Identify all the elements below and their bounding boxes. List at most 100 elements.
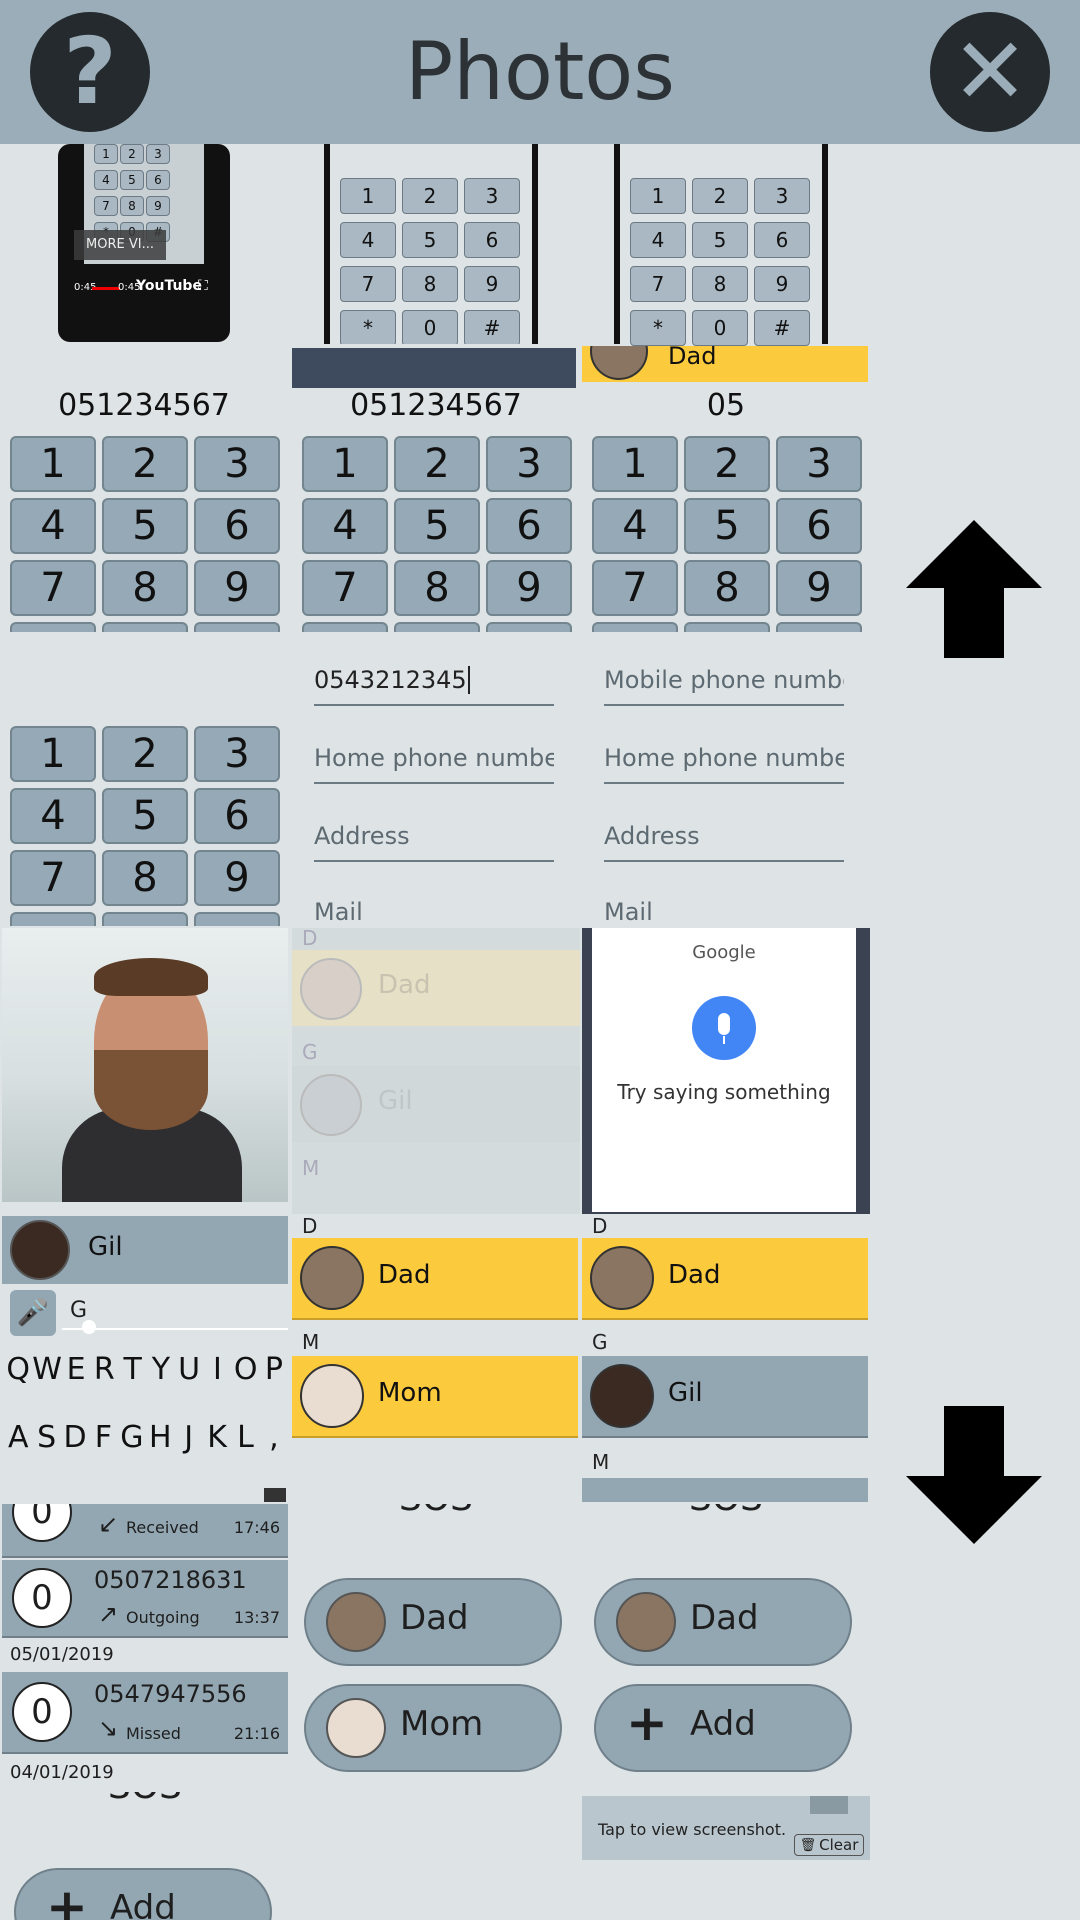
key-1[interactable]: 1	[592, 436, 678, 492]
contact-row-gil[interactable]: Gil	[2, 1216, 288, 1284]
keyboard-key-R[interactable]: R	[90, 1352, 118, 1387]
key-partial[interactable]	[102, 622, 188, 632]
key-1[interactable]: 1	[10, 726, 96, 782]
keyboard-key-K[interactable]: K	[203, 1420, 231, 1455]
key-6[interactable]: 6	[754, 222, 810, 258]
key-partial[interactable]	[10, 622, 96, 632]
voice-search-button[interactable]: 🎤	[10, 1290, 56, 1336]
thumbnail-dialer-3[interactable]: Dad 05 123 456 789	[582, 346, 870, 632]
close-button[interactable]: ✕	[930, 12, 1050, 132]
thumbnail-dialer-1[interactable]: 051234567 123 456 789	[0, 346, 288, 632]
key-5[interactable]: 5	[692, 222, 748, 258]
sos-contact-dad[interactable]: Dad	[304, 1578, 562, 1666]
keyboard-key-U[interactable]: U	[175, 1352, 203, 1387]
keyboard-key-O[interactable]: O	[232, 1352, 260, 1387]
key-8[interactable]: 8	[102, 850, 188, 906]
key-2[interactable]: 2	[102, 726, 188, 782]
key-7[interactable]: 7	[302, 560, 388, 616]
key-*[interactable]: *	[630, 310, 686, 346]
key-4[interactable]: 4	[302, 498, 388, 554]
key-partial[interactable]	[776, 622, 862, 632]
thumbnail-sos-2[interactable]: SOS Dad + Add	[582, 1504, 870, 1790]
key-partial[interactable]	[194, 622, 280, 632]
backspace-icon[interactable]	[264, 1488, 286, 1502]
contact-row-gil[interactable]: Gil	[292, 1066, 580, 1142]
key-#[interactable]: #	[464, 310, 520, 344]
thumbnail-keypad-2[interactable]: 1 2 3 4 5 6 7 8 9 * 0 #	[292, 144, 580, 344]
key-9[interactable]: 9	[194, 850, 280, 906]
clear-button[interactable]: 🗑 Clear	[794, 1834, 864, 1856]
key-9[interactable]: 9	[776, 560, 862, 616]
thumbnail-screenshot-notification[interactable]: Tap to view screenshot. 🗑 Clear	[582, 1796, 870, 1860]
thumbnail-sos-1[interactable]: SOS Dad Mom	[292, 1504, 580, 1790]
key-4[interactable]: 4	[10, 788, 96, 844]
key-0[interactable]: 0	[402, 310, 458, 344]
key-9[interactable]: 9	[146, 196, 170, 216]
contact-row-gil[interactable]: Gil	[582, 1356, 868, 1438]
arrow-down-icon[interactable]	[906, 1406, 1042, 1544]
thumbnail-contact-list-3[interactable]: D Dad G Gil M	[582, 1216, 870, 1502]
key-3[interactable]: 3	[776, 436, 862, 492]
thumbnail-contact-list-faded[interactable]: D Dad G Gil M	[292, 928, 580, 1214]
contact-row-dad[interactable]: Dad	[582, 1238, 868, 1320]
key-#[interactable]: #	[754, 310, 810, 346]
keyboard-key-E[interactable]: E	[62, 1352, 90, 1387]
keyboard-key-P[interactable]: P	[260, 1352, 288, 1387]
key-8[interactable]: 8	[402, 266, 458, 302]
key-5[interactable]: 5	[394, 498, 480, 554]
key-7[interactable]: 7	[10, 560, 96, 616]
key-6[interactable]: 6	[194, 498, 280, 554]
thumbnail-portrait-photo[interactable]	[2, 928, 288, 1202]
keyboard-key-,[interactable]: ,	[260, 1420, 288, 1455]
key-1[interactable]: 1	[10, 436, 96, 492]
home-phone-field[interactable]: Home phone number	[604, 744, 844, 784]
call-log-row[interactable]: 0 0507218631 ↗ Outgoing 13:37	[2, 1560, 288, 1638]
key-4[interactable]: 4	[340, 222, 396, 258]
key-8[interactable]: 8	[692, 266, 748, 302]
thumbnail-dialer-4[interactable]: 123 456 789	[0, 634, 288, 926]
key-1[interactable]: 1	[630, 178, 686, 214]
key-7[interactable]: 7	[94, 196, 118, 216]
thumbnail-sos-3[interactable]: SOS + Add	[2, 1792, 288, 1920]
key-9[interactable]: 9	[464, 266, 520, 302]
key-9[interactable]: 9	[486, 560, 572, 616]
key-partial[interactable]	[592, 622, 678, 632]
thumbnail-search-keyboard[interactable]: Gil 🎤 G QWERTYUIOP ASDFGHJKL,	[2, 1216, 288, 1502]
key-partial[interactable]	[194, 912, 280, 926]
thumbnail-dialer-2[interactable]: 051234567 123 456 789	[292, 346, 580, 632]
key-6[interactable]: 6	[194, 788, 280, 844]
contact-row-dad[interactable]: Dad	[292, 950, 580, 1026]
keyboard-key-T[interactable]: T	[118, 1352, 146, 1387]
key-partial[interactable]	[684, 622, 770, 632]
keyboard-key-H[interactable]: H	[146, 1420, 174, 1455]
key-6[interactable]: 6	[776, 498, 862, 554]
key-8[interactable]: 8	[394, 560, 480, 616]
key-1[interactable]: 1	[302, 436, 388, 492]
thumbnail-contact-list-2[interactable]: D Dad M Mom	[292, 1216, 580, 1502]
key-9[interactable]: 9	[754, 266, 810, 302]
microphone-button[interactable]	[692, 996, 756, 1060]
contact-row-dad[interactable]: Dad	[292, 1238, 578, 1320]
keyboard-key-L[interactable]: L	[231, 1420, 259, 1455]
key-8[interactable]: 8	[684, 560, 770, 616]
mobile-phone-field[interactable]: Mobile phone number	[604, 666, 844, 706]
key-5[interactable]: 5	[102, 498, 188, 554]
key-6[interactable]: 6	[486, 498, 572, 554]
key-3[interactable]: 3	[194, 726, 280, 782]
key-0[interactable]: 0	[692, 310, 748, 346]
thumbnail-video-keypad[interactable]: 123456789*0# MORE VI... 0:45 0:45 YouTub…	[0, 144, 288, 344]
thumbnail-edit-contact-1[interactable]: 0543212345 Home phone number Address Mai…	[292, 634, 580, 926]
keyboard-key-D[interactable]: D	[61, 1420, 89, 1455]
key-4[interactable]: 4	[592, 498, 678, 554]
key-5[interactable]: 5	[402, 222, 458, 258]
contact-row-mom[interactable]: Mom	[292, 1356, 578, 1438]
key-partial[interactable]	[302, 622, 388, 632]
key-7[interactable]: 7	[592, 560, 678, 616]
thumbnail-voice-search[interactable]: Google Try saying something	[582, 928, 870, 1214]
mail-field[interactable]: Mail	[314, 898, 554, 926]
key-1[interactable]: 1	[340, 178, 396, 214]
key-2[interactable]: 2	[120, 144, 144, 164]
key-5[interactable]: 5	[684, 498, 770, 554]
search-input[interactable]: G	[70, 1298, 87, 1323]
key-6[interactable]: 6	[146, 170, 170, 190]
